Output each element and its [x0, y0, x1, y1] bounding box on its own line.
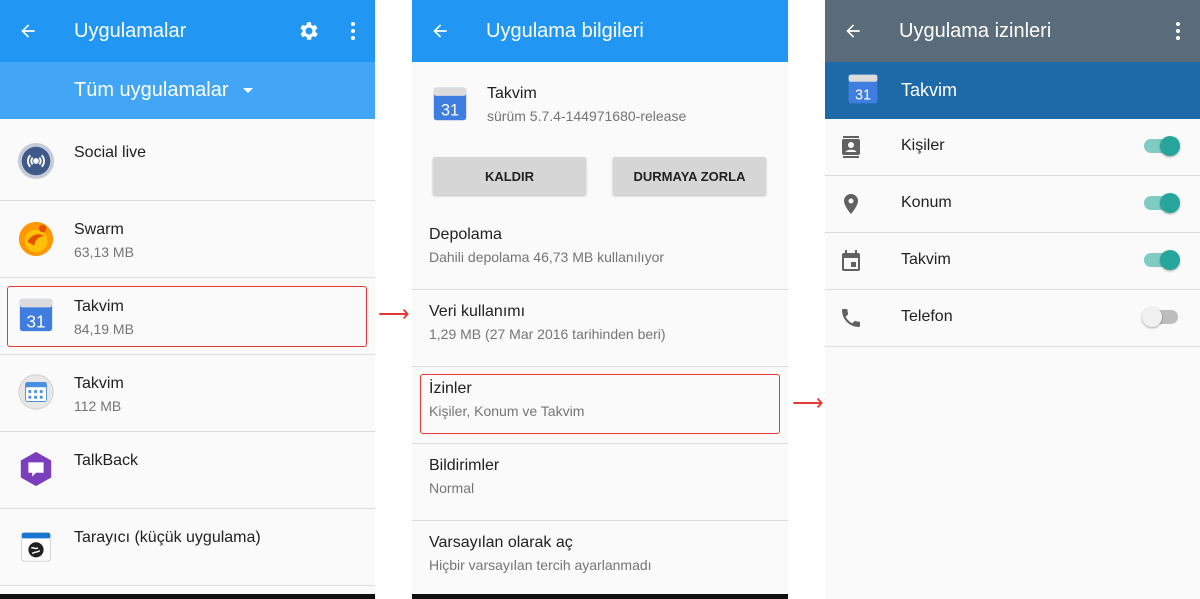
screen-app-info: Uygulama bilgileri 31 Takvim sürüm 5.7.4… [412, 0, 788, 599]
app-name: Takvim [74, 375, 124, 392]
app-name: Takvim [487, 85, 537, 102]
talkback-icon [20, 451, 52, 487]
location-icon [844, 194, 858, 214]
row-subtitle: Hiçbir varsayılan tercih ayarlanmadı [429, 557, 652, 573]
toggle-knob [1160, 136, 1180, 156]
permission-label: Telefon [901, 308, 953, 325]
row-title: Bildirimler [429, 457, 500, 474]
permission-row-contacts[interactable]: Kişiler [825, 119, 1200, 176]
permission-label: Takvim [901, 251, 951, 268]
app-list: Social live Swarm 63,13 MB 31 Takvim 84,… [0, 124, 375, 586]
row-subtitle: Dahili depolama 46,73 MB kullanılıyor [429, 249, 665, 265]
svg-text:31: 31 [441, 102, 459, 120]
app-version: sürüm 5.7.4-144971680-release [487, 108, 687, 124]
google-calendar-icon: 31 [433, 87, 467, 121]
back-arrow-icon[interactable] [825, 21, 881, 41]
permission-row-location[interactable]: Konum [825, 176, 1200, 233]
back-arrow-icon[interactable] [0, 21, 56, 41]
list-item-swarm[interactable]: Swarm 63,13 MB [0, 201, 375, 278]
arrow-right-icon: ⟶ [378, 301, 410, 326]
toggle-knob [1160, 250, 1180, 270]
settings-gear-icon[interactable] [287, 19, 331, 43]
app-header: 31 Takvim sürüm 5.7.4-144971680-release [412, 62, 788, 142]
page-title: Uygulama bilgileri [486, 19, 644, 42]
info-row-data-usage[interactable]: Veri kullanımı 1,29 MB (27 Mar 2016 tari… [412, 289, 788, 367]
app-name: Takvim [901, 80, 958, 100]
filter-label: Tüm uygulamalar [74, 79, 229, 101]
dropdown-caret-icon [242, 88, 253, 93]
info-row-storage[interactable]: Depolama Dahili depolama 46,73 MB kullan… [412, 212, 788, 290]
app-size: 63,13 MB [74, 244, 134, 260]
app-bar: Uygulamalar [0, 0, 375, 62]
list-item-talkback[interactable]: TalkBack [0, 432, 375, 509]
permission-row-phone[interactable]: Telefon [825, 290, 1200, 347]
permission-label: Konum [901, 194, 952, 211]
calendar-grid-icon [18, 374, 54, 410]
svg-text:31: 31 [855, 87, 871, 103]
more-vert-icon[interactable] [1156, 21, 1200, 41]
info-row-open-by-default[interactable]: Varsayılan olarak aç Hiçbir varsayılan t… [412, 520, 788, 598]
force-stop-button[interactable]: DURMAYA ZORLA [613, 157, 766, 195]
nav-bar-edge [412, 594, 788, 599]
permission-toggle-location[interactable] [1144, 193, 1180, 213]
list-item-browser[interactable]: Tarayıcı (küçük uygulama) [0, 509, 375, 586]
toggle-knob [1142, 307, 1162, 327]
swarm-icon [18, 221, 54, 257]
row-title: Depolama [429, 226, 502, 243]
info-row-notifications[interactable]: Bildirimler Normal [412, 443, 788, 521]
app-bar: Uygulama bilgileri [412, 0, 788, 62]
permission-toggle-phone[interactable] [1142, 307, 1178, 327]
permission-row-calendar[interactable]: Takvim [825, 233, 1200, 290]
filter-dropdown[interactable]: Tüm uygulamalar [0, 62, 375, 119]
app-name: Tarayıcı (küçük uygulama) [74, 529, 261, 546]
screen-app-permissions: Uygulama izinleri 31 Takvim Kişiler Konu… [825, 0, 1200, 599]
row-title: Varsayılan olarak aç [429, 534, 573, 551]
highlight-box-permissions [420, 374, 780, 434]
permission-toggle-calendar[interactable] [1144, 250, 1180, 270]
app-name: Swarm [74, 221, 124, 238]
permission-label: Kişiler [901, 137, 945, 154]
contacts-icon [842, 136, 860, 158]
row-subtitle: Normal [429, 480, 475, 496]
app-name: TalkBack [74, 452, 139, 469]
google-calendar-icon: 31 [848, 74, 878, 104]
more-vert-icon[interactable] [331, 21, 375, 41]
toggle-knob [1160, 193, 1180, 213]
nav-bar-edge [0, 594, 375, 599]
highlight-box-takvim [7, 286, 367, 347]
row-title: Veri kullanımı [429, 303, 526, 320]
app-size: 112 MB [74, 398, 122, 414]
back-arrow-icon[interactable] [412, 21, 468, 41]
app-banner: 31 Takvim [825, 62, 1200, 119]
social-live-icon [17, 142, 55, 180]
screen-apps: Uygulamalar Tüm uygulamalar Social live [0, 0, 375, 599]
phone-icon [842, 309, 860, 327]
browser-icon [21, 532, 51, 562]
app-name: Social live [74, 144, 147, 161]
arrow-right-icon: ⟶ [792, 390, 824, 415]
calendar-icon [842, 250, 860, 271]
page-title: Uygulama izinleri [899, 19, 1052, 42]
page-title: Uygulamalar [74, 19, 187, 42]
row-subtitle: 1,29 MB (27 Mar 2016 tarihinden beri) [429, 326, 666, 342]
app-bar: Uygulama izinleri [825, 0, 1200, 62]
uninstall-button[interactable]: KALDIR [433, 157, 586, 195]
list-item-takvim-samsung[interactable]: Takvim 112 MB [0, 355, 375, 432]
list-item-social-live[interactable]: Social live [0, 124, 375, 201]
permission-toggle-contacts[interactable] [1144, 136, 1180, 156]
